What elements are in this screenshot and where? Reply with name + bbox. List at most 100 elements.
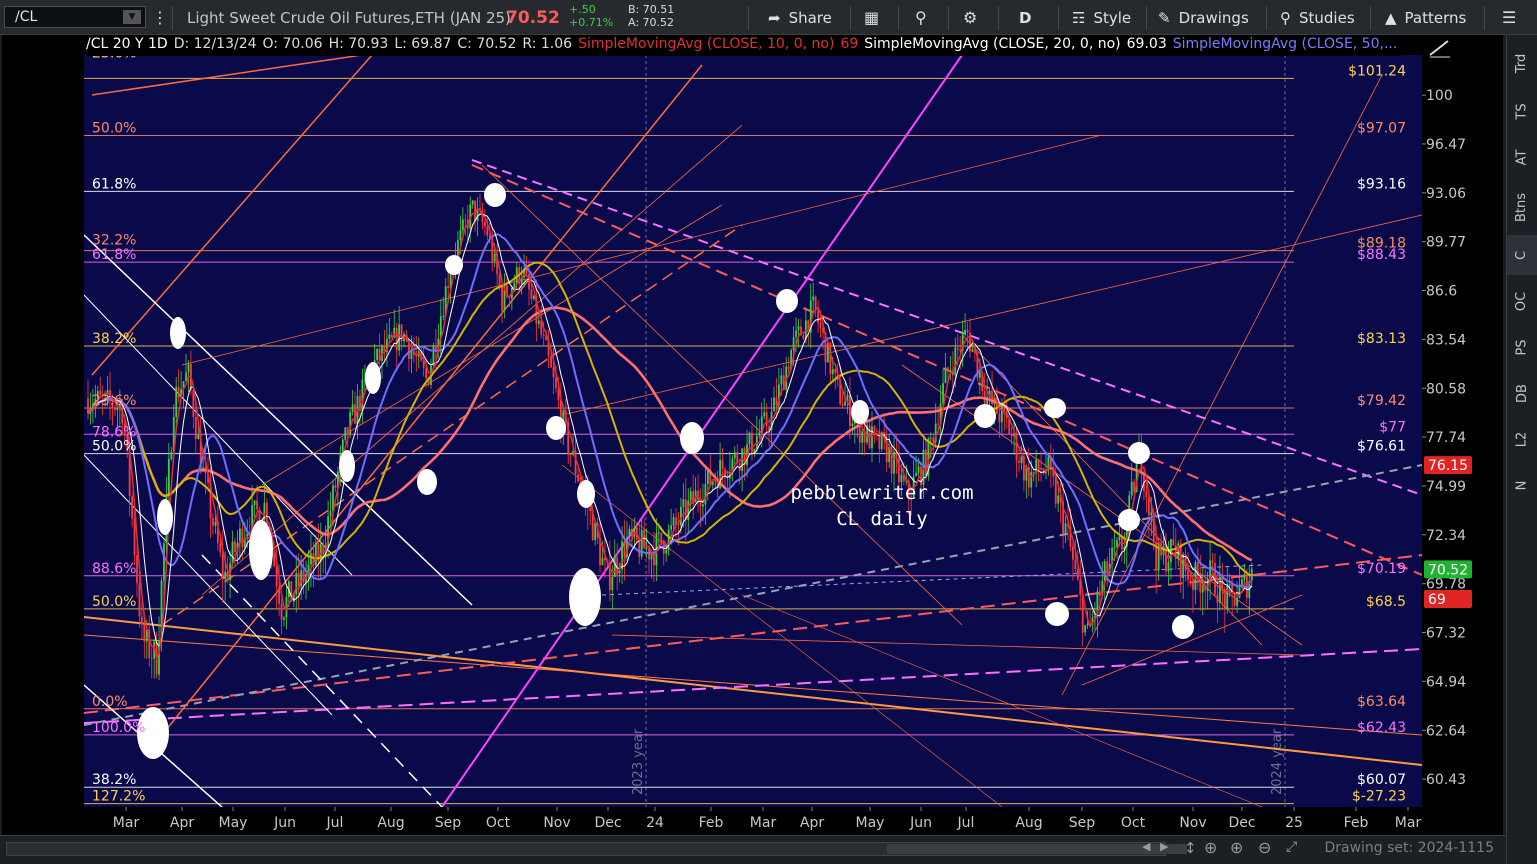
x-tick-label: Aug (377, 815, 404, 831)
candle-body (631, 528, 633, 537)
crosshair-icon[interactable]: ⊕ (1204, 838, 1217, 857)
x-tick-label: Jul (326, 815, 344, 831)
candle-body (817, 310, 819, 323)
y-tick-label: 62.64 (1426, 723, 1466, 739)
share-button[interactable]: ➦ Share (768, 0, 832, 35)
patterns-button[interactable]: ▲ Patterns (1385, 0, 1466, 35)
sidebar-tab-oc[interactable]: OC (1507, 281, 1537, 321)
sidebar-tab-at[interactable]: AT (1507, 137, 1537, 177)
candle-body (787, 366, 790, 370)
price-badge-text: 69 (1428, 592, 1446, 608)
candle-body (167, 459, 170, 497)
candle-body (849, 394, 851, 427)
candle-body (493, 253, 496, 262)
candle-body (1064, 523, 1067, 534)
swing-marker (546, 416, 566, 440)
studies-button[interactable]: ⚲ Studies (1280, 0, 1355, 35)
drawing-tool-icon[interactable] (1424, 37, 1456, 59)
candle-body (677, 524, 680, 526)
candle-body (224, 571, 227, 580)
candle-body (797, 326, 800, 331)
candle-body (748, 432, 751, 445)
sidebar-tab-ps[interactable]: PS (1507, 327, 1537, 367)
candle-body (628, 528, 631, 538)
candle-body (844, 401, 846, 406)
zoom-out-icon[interactable]: ⊖ (1258, 838, 1271, 857)
menu-icon[interactable]: ☰ (1502, 0, 1516, 35)
sidebar-tab-l2[interactable]: L2 (1507, 419, 1537, 459)
candle-body (388, 334, 391, 339)
sma20-label[interactable]: SimpleMovingAvg (CLOSE, 20, 0, no) (864, 36, 1120, 56)
y-tick-label: 89.77 (1426, 235, 1466, 251)
sma10-label[interactable]: SimpleMovingAvg (CLOSE, 10, 0, no) (578, 36, 834, 56)
candle-body (361, 379, 364, 411)
candle-body (344, 427, 347, 440)
symbol-input[interactable]: /CL ▼ (4, 6, 146, 28)
pan-icon[interactable]: ↕ (1184, 839, 1197, 857)
candle-body (322, 544, 325, 555)
flask-icon[interactable]: ⚲ (915, 0, 927, 35)
x-tick-label: Sep (435, 815, 462, 831)
sidebar-tab-db[interactable]: DB (1507, 373, 1537, 413)
sidebar-tab-btns[interactable]: Btns (1507, 187, 1537, 227)
candle-body (704, 484, 707, 505)
candle-body (802, 335, 805, 340)
zoom-fit-icon[interactable]: ⤢ (1286, 839, 1297, 855)
candle-body (765, 412, 768, 427)
symbol-dropdown-icon[interactable]: ▼ (123, 10, 141, 24)
period-button[interactable]: D (1019, 0, 1031, 35)
candle-body (1150, 512, 1153, 516)
sma50-label[interactable]: SimpleMovingAvg (CLOSE, 50,... (1173, 36, 1398, 56)
candle-body (876, 430, 878, 432)
candle-body (1000, 405, 1003, 423)
y-tick-label: 100 (1426, 88, 1453, 104)
candle-body (660, 532, 663, 544)
sidebar-tab-n[interactable]: N (1507, 465, 1537, 505)
gear-icon[interactable]: ⚙ (963, 0, 977, 35)
price-axis[interactable]: 100 96.47 93.06 89.77 86.6 83.54 80.58 77.74 74.… (1422, 55, 1503, 807)
candle-body (141, 616, 143, 625)
candle-body (1118, 536, 1121, 541)
scroll-right-icon[interactable]: ▶ (1160, 840, 1168, 853)
candle-body (1018, 460, 1020, 463)
drawing-set-label[interactable]: Drawing set: 2024-1115 (1324, 840, 1494, 856)
horizontal-scrollbar[interactable] (6, 842, 1187, 856)
style-button[interactable]: ☶ Style (1072, 0, 1131, 35)
candle-body (1113, 547, 1116, 549)
candle-body (1086, 623, 1089, 626)
candle-body (133, 518, 136, 556)
swing-marker (1118, 509, 1140, 531)
scroll-left-icon[interactable]: ◀ (1142, 840, 1150, 853)
candle-body (1130, 481, 1133, 496)
candle-body (143, 624, 146, 642)
zoom-in-icon[interactable]: ⊕ (1230, 838, 1243, 857)
link-icon[interactable]: ⋮ (152, 0, 168, 35)
candle-body (163, 543, 165, 581)
y-tick-label: 83.54 (1426, 332, 1466, 348)
drawings-button[interactable]: ✎ Drawings (1158, 0, 1249, 35)
swing-marker (577, 480, 595, 508)
candle-body (687, 500, 690, 520)
time-axis[interactable]: Mar Apr May Jun Jul Aug Sep Oct Nov Dec 24 Feb Mar Ap… (84, 807, 1422, 835)
y-tick-label: 80.58 (1426, 381, 1466, 397)
candle-body (851, 423, 854, 427)
price-chart[interactable]: 2023 year 2024 year $101.24 $97.07 $93.16 $8… (2, 35, 1503, 835)
y-tick-label: 77.74 (1426, 430, 1466, 446)
sidebar-tab-trd[interactable]: Trd (1507, 43, 1537, 83)
x-tick-label: Dec (594, 815, 621, 831)
fib-level-price: $101.24 (1348, 63, 1406, 79)
news-icon[interactable]: ▦ (864, 0, 879, 35)
last-price: 70.52 (506, 7, 560, 28)
candle-body (577, 473, 579, 482)
header-date: D: 12/13/24 (173, 36, 257, 52)
y-tick-label: 60.43 (1426, 772, 1466, 788)
candle-body (410, 351, 413, 359)
candle-body (721, 460, 724, 470)
candle-body (542, 334, 545, 336)
sidebar-tab-ts[interactable]: TS (1507, 91, 1537, 131)
chart-area[interactable]: 2023 year 2024 year $101.24 $97.07 $93.16 $8… (2, 35, 1503, 835)
y-tick-label: 74.99 (1426, 479, 1466, 495)
candle-body (751, 432, 753, 454)
sidebar-tab-c[interactable]: C (1507, 235, 1537, 275)
candle-body (442, 315, 445, 317)
